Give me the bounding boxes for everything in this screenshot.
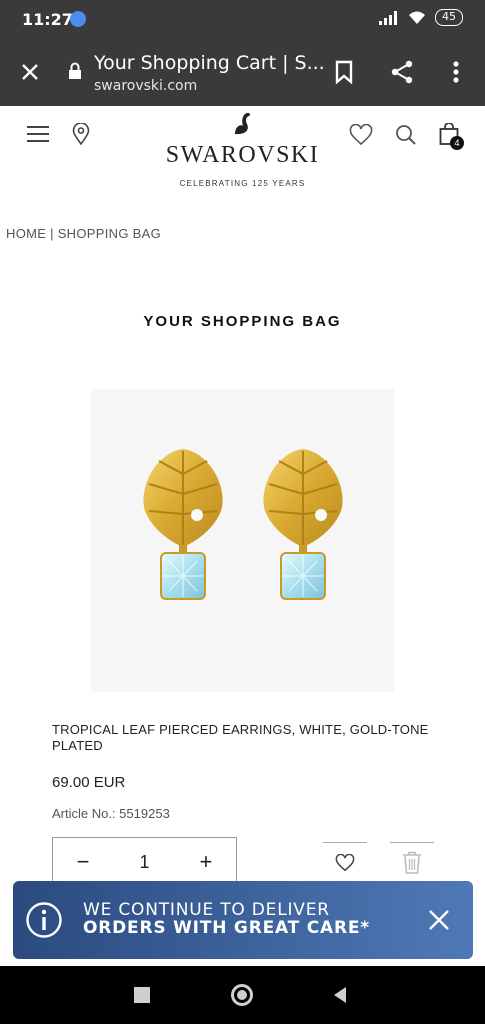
remove-item-button[interactable] xyxy=(390,842,434,882)
signal-icon xyxy=(379,10,397,25)
bookmark-button[interactable] xyxy=(328,56,360,88)
close-icon xyxy=(22,64,38,80)
search-button[interactable] xyxy=(394,123,418,147)
wishlist-button[interactable] xyxy=(348,123,374,147)
page-title-url[interactable]: Your Shopping Cart | S... xyxy=(94,52,325,74)
search-icon xyxy=(396,125,416,145)
heart-icon xyxy=(335,853,355,871)
delivery-notice-banner[interactable]: WE CONTINUE TO DELIVER ORDERS WITH GREAT… xyxy=(13,881,473,959)
earrings-image xyxy=(143,449,343,600)
status-bar: 11:27 45 xyxy=(0,0,485,38)
product-price: 69.00 EUR xyxy=(52,774,126,791)
page-title: YOUR SHOPPING BAG xyxy=(143,313,342,330)
status-indicators: 45 xyxy=(379,9,463,26)
home-icon xyxy=(237,990,247,1000)
close-tab-button[interactable] xyxy=(14,56,46,88)
brand-tagline: CELEBRATING 125 YEARS xyxy=(179,179,306,188)
product-image[interactable] xyxy=(91,389,394,692)
move-to-wishlist-button[interactable] xyxy=(323,842,367,882)
notification-icon xyxy=(70,11,86,27)
lock-icon xyxy=(69,62,81,79)
decrease-quantity-button[interactable]: − xyxy=(73,849,93,875)
hamburger-icon xyxy=(27,126,49,142)
banner-close-button[interactable] xyxy=(427,908,451,932)
close-icon xyxy=(429,910,449,930)
url-domain[interactable]: swarovski.com xyxy=(94,78,197,94)
status-time: 11:27 xyxy=(22,10,73,29)
site-header: SWAROVSKI CELEBRATING 125 YEARS 4 xyxy=(0,106,485,206)
swan-logo-icon[interactable] xyxy=(229,110,257,138)
more-vert-icon xyxy=(453,61,459,83)
wifi-icon xyxy=(409,11,425,24)
article-number: Article No.: 5519253 xyxy=(52,806,170,821)
quantity-value: 1 xyxy=(139,851,150,872)
recent-apps-button[interactable] xyxy=(134,987,150,1003)
share-button[interactable] xyxy=(386,56,418,88)
product-name[interactable]: TROPICAL LEAF PIERCED EARRINGS, WHITE, G… xyxy=(52,722,442,754)
battery-indicator: 45 xyxy=(435,9,463,26)
increase-quantity-button[interactable]: + xyxy=(196,849,216,875)
back-button[interactable] xyxy=(332,986,348,1004)
share-icon xyxy=(391,60,413,84)
banner-line-2: ORDERS WITH GREAT CARE* xyxy=(83,918,370,938)
heart-icon xyxy=(349,124,373,146)
system-navigation-bar xyxy=(0,966,485,1024)
banner-line-1: WE CONTINUE TO DELIVER xyxy=(83,900,330,920)
bookmark-icon xyxy=(335,60,353,84)
more-menu-button[interactable] xyxy=(440,56,472,88)
info-icon xyxy=(26,902,62,938)
trash-icon xyxy=(403,851,421,874)
quantity-stepper: − 1 + xyxy=(52,837,237,887)
browser-toolbar: Your Shopping Cart | S... swarovski.com xyxy=(0,38,485,106)
bag-count-badge: 4 xyxy=(450,136,464,150)
banner-message: WE CONTINUE TO DELIVER ORDERS WITH GREAT… xyxy=(83,901,370,937)
breadcrumb[interactable]: HOME | SHOPPING BAG xyxy=(6,226,161,241)
home-button[interactable] xyxy=(231,984,253,1006)
